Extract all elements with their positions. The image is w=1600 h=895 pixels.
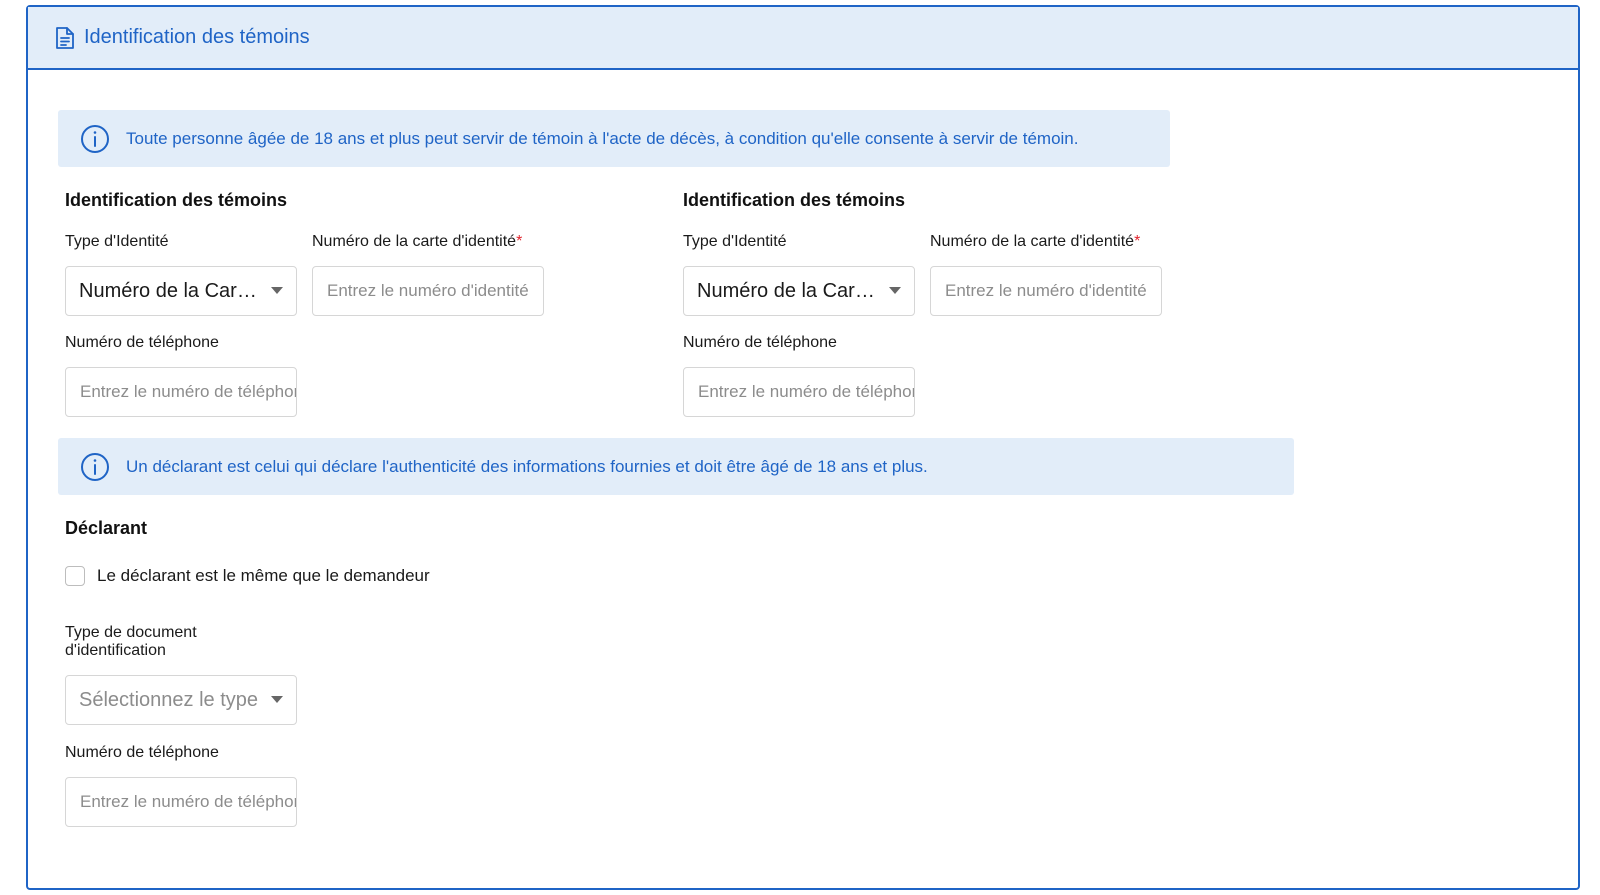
witness2-id-number-input[interactable]: [930, 266, 1162, 316]
doc-type-select[interactable]: Sélectionnez le type de document: [65, 675, 297, 725]
declarant-info-banner: Un déclarant est celui qui déclare l'aut…: [58, 438, 1294, 495]
witness2-heading: Identification des témoins: [683, 190, 906, 210]
chevron-down-icon: [271, 287, 283, 295]
chevron-down-icon: [271, 696, 283, 704]
same-as-applicant-checkbox[interactable]: [65, 566, 85, 586]
witness-info-banner: Toute personne âgée de 18 ans et plus pe…: [58, 110, 1170, 167]
witness2-id-type-label: Type d'Identité: [683, 233, 787, 250]
witness2-phone-field[interactable]: [698, 382, 914, 402]
info-icon: [80, 452, 110, 482]
doc-type-label: Type de document d'identification: [65, 624, 197, 659]
witness2-id-type-value: Numéro de la Carte d'Identité: [697, 279, 880, 302]
chevron-down-icon: [889, 287, 901, 295]
witness1-id-type-select[interactable]: Numéro de la Carte d'Identité: [65, 266, 297, 316]
witness2-id-type-select[interactable]: Numéro de la Carte d'Identité: [683, 266, 915, 316]
same-as-applicant-row[interactable]: Le déclarant est le même que le demandeu…: [65, 566, 430, 586]
witness1-heading: Identification des témoins: [65, 190, 288, 210]
panel-title: Identification des témoins: [84, 26, 310, 48]
doc-type-placeholder: Sélectionnez le type de document: [79, 688, 262, 711]
witness2-id-number-label: Numéro de la carte d'identité*: [930, 233, 1141, 250]
required-marker: *: [516, 233, 523, 250]
declarant-info-text: Un déclarant est celui qui déclare l'aut…: [126, 456, 928, 476]
document-icon: [54, 26, 76, 50]
witness1-id-type-label: Type d'Identité: [65, 233, 169, 250]
declarant-heading: Déclarant: [65, 518, 148, 538]
witness1-phone-label: Numéro de téléphone: [65, 334, 219, 351]
witness2-phone-input[interactable]: [683, 367, 915, 417]
witness1-id-number-input[interactable]: [312, 266, 544, 316]
witness1-phone-field[interactable]: [80, 382, 296, 402]
witness-info-text: Toute personne âgée de 18 ans et plus pe…: [126, 128, 1079, 148]
declarant-phone-label: Numéro de téléphone: [65, 744, 219, 761]
witness2-id-number-field[interactable]: [945, 281, 1161, 301]
declarant-phone-field[interactable]: [80, 792, 296, 812]
witness1-id-number-field[interactable]: [327, 281, 543, 301]
same-as-applicant-label: Le déclarant est le même que le demandeu…: [97, 566, 430, 585]
panel-header: Identification des témoins: [28, 7, 1578, 70]
witness1-id-type-value: Numéro de la Carte d'Identité: [79, 279, 262, 302]
required-marker: *: [1134, 233, 1141, 250]
witness1-id-number-label: Numéro de la carte d'identité*: [312, 233, 523, 250]
declarant-phone-input[interactable]: [65, 777, 297, 827]
witness1-phone-input[interactable]: [65, 367, 297, 417]
info-icon: [80, 124, 110, 154]
witness2-phone-label: Numéro de téléphone: [683, 334, 837, 351]
